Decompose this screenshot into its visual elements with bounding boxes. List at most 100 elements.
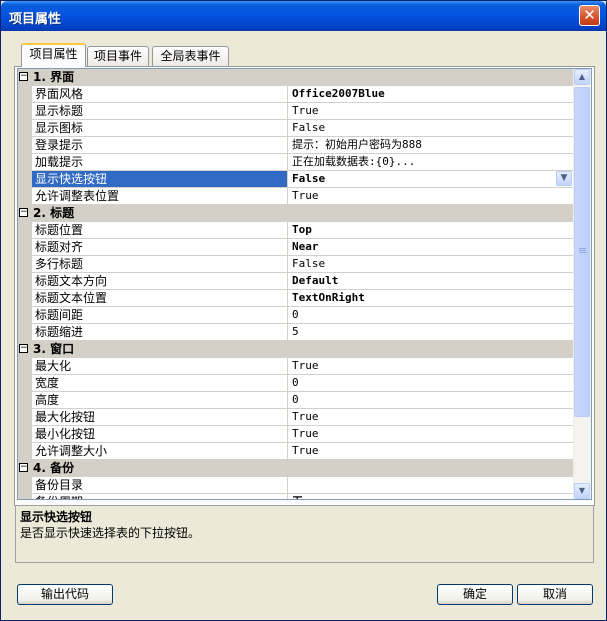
property-row[interactable]: 显示图标 False <box>18 120 575 137</box>
property-value[interactable]: 0 <box>289 307 575 323</box>
property-value[interactable] <box>289 477 575 493</box>
scroll-up-button[interactable]: ▲ <box>574 69 590 85</box>
property-value[interactable]: 0 <box>289 375 575 391</box>
property-name[interactable]: 备份周期 <box>32 494 288 499</box>
property-row[interactable]: 允许调整表位置 True <box>18 188 575 205</box>
collapse-icon[interactable]: − <box>19 344 28 353</box>
row-gutter <box>18 324 32 340</box>
category-row[interactable]: −3. 窗口 <box>18 341 575 358</box>
property-row[interactable]: 高度 0 <box>18 392 575 409</box>
property-name[interactable]: 标题位置 <box>32 222 288 238</box>
property-name[interactable]: 允许调整大小 <box>32 443 288 459</box>
property-row[interactable]: 备份周期无 <box>18 494 575 499</box>
property-row[interactable]: 标题间距 0 <box>18 307 575 324</box>
property-value[interactable]: 0 <box>289 392 575 408</box>
description-panel: 显示快选按钮 是否显示快速选择表的下拉按钮。 <box>15 505 594 563</box>
property-row[interactable]: 多行标题 False <box>18 256 575 273</box>
property-row[interactable]: 加载提示 正在加载数据表:{0}... <box>18 154 575 171</box>
property-name[interactable]: 显示图标 <box>32 120 288 136</box>
property-name[interactable]: 显示标题 <box>32 103 288 119</box>
export-code-button[interactable]: 输出代码 <box>17 584 113 605</box>
property-row[interactable]: 宽度 0 <box>18 375 575 392</box>
property-row[interactable]: 标题缩进 5 <box>18 324 575 341</box>
property-name[interactable]: 宽度 <box>32 375 288 391</box>
category-row[interactable]: −1. 界面 <box>18 69 575 86</box>
property-value[interactable]: False <box>289 171 575 187</box>
property-row[interactable]: 显示快选按钮 False ▼ <box>18 171 575 188</box>
dropdown-button[interactable]: ▼ <box>556 171 572 186</box>
close-button[interactable]: ✕ <box>579 5 600 26</box>
tab-project-properties[interactable]: 项目属性 <box>21 43 86 67</box>
row-gutter <box>18 188 32 204</box>
property-value[interactable]: 5 <box>289 324 575 340</box>
property-value[interactable]: 无 <box>289 494 575 499</box>
property-name[interactable]: 备份目录 <box>32 477 288 493</box>
property-name[interactable]: 登录提示 <box>32 137 288 153</box>
row-gutter <box>18 358 32 374</box>
description-text: 是否显示快速选择表的下拉按钮。 <box>20 526 201 540</box>
property-name[interactable]: 最大化按钮 <box>32 409 288 425</box>
collapse-icon[interactable]: − <box>19 463 28 472</box>
tab-project-events[interactable]: 项目事件 <box>87 46 149 66</box>
collapse-icon[interactable]: − <box>19 208 28 217</box>
property-row[interactable]: 标题位置 Top <box>18 222 575 239</box>
property-row[interactable]: 标题文本位置 TextOnRight <box>18 290 575 307</box>
property-name[interactable]: 高度 <box>32 392 288 408</box>
scroll-thumb[interactable] <box>574 87 590 417</box>
property-value[interactable]: False <box>289 256 575 272</box>
tab-global-table-events[interactable]: 全局表事件 <box>152 46 229 66</box>
property-value[interactable]: True <box>289 426 575 442</box>
row-gutter <box>18 375 32 391</box>
property-name[interactable]: 标题对齐 <box>32 239 288 255</box>
property-value[interactable]: Top <box>289 222 575 238</box>
property-name[interactable]: 多行标题 <box>32 256 288 272</box>
property-row[interactable]: 最大化按钮 True <box>18 409 575 426</box>
property-name[interactable]: 标题缩进 <box>32 324 288 340</box>
property-name[interactable]: 标题文本位置 <box>32 290 288 306</box>
row-gutter <box>18 239 32 255</box>
row-gutter <box>18 103 32 119</box>
collapse-icon[interactable]: − <box>19 72 28 81</box>
property-value[interactable]: False <box>289 120 575 136</box>
property-value[interactable]: Near <box>289 239 575 255</box>
property-value[interactable]: True <box>289 358 575 374</box>
property-row[interactable]: 备份目录 <box>18 477 575 494</box>
property-name[interactable]: 最大化 <box>32 358 288 374</box>
property-name[interactable]: 标题间距 <box>32 307 288 323</box>
property-row[interactable]: 标题文本方向 Default <box>18 273 575 290</box>
row-gutter <box>18 494 32 499</box>
property-value[interactable]: True <box>289 103 575 119</box>
window-title: 项目属性 <box>9 12 62 27</box>
property-row[interactable]: 登录提示 提示：初始用户密码为888 <box>18 137 575 154</box>
property-row[interactable]: 显示标题 True <box>18 103 575 120</box>
scroll-down-button[interactable]: ▼ <box>574 483 590 499</box>
property-value[interactable]: True <box>289 409 575 425</box>
property-name[interactable]: 加载提示 <box>32 154 288 170</box>
property-name[interactable]: 标题文本方向 <box>32 273 288 289</box>
cancel-button[interactable]: 取消 <box>517 584 593 605</box>
property-value[interactable]: Default <box>289 273 575 289</box>
property-value[interactable]: 正在加载数据表:{0}... <box>289 154 575 170</box>
property-value[interactable]: Office2007Blue <box>289 86 575 102</box>
property-value[interactable]: True <box>289 443 575 459</box>
property-value[interactable]: TextOnRight <box>289 290 575 306</box>
property-name[interactable]: 显示快选按钮 <box>32 171 288 187</box>
property-value[interactable]: True <box>289 188 575 204</box>
property-row[interactable]: 界面风格 Office2007Blue <box>18 86 575 103</box>
property-row[interactable]: 标题对齐 Near <box>18 239 575 256</box>
category-row[interactable]: −4. 备份 <box>18 460 575 477</box>
property-grid[interactable]: −1. 界面 界面风格 Office2007Blue 显示标题 True 显示图标 Fals… <box>17 68 592 500</box>
property-name[interactable]: 允许调整表位置 <box>32 188 288 204</box>
title-bar[interactable]: 项目属性 ✕ <box>1 1 606 31</box>
property-row[interactable]: 最大化 True <box>18 358 575 375</box>
row-gutter <box>18 154 32 170</box>
property-row[interactable]: 最小化按钮 True <box>18 426 575 443</box>
project-properties-dialog: 项目属性 ✕ 项目属性 项目事件 全局表事件 −1. 界面 界面风格 Office2… <box>0 0 607 621</box>
property-name[interactable]: 界面风格 <box>32 86 288 102</box>
property-name[interactable]: 最小化按钮 <box>32 426 288 442</box>
vertical-scrollbar[interactable]: ▲ ▼ <box>573 69 591 499</box>
property-row[interactable]: 允许调整大小 True <box>18 443 575 460</box>
ok-button[interactable]: 确定 <box>437 584 513 605</box>
property-value[interactable]: 提示：初始用户密码为888 <box>289 137 575 153</box>
category-row[interactable]: −2. 标题 <box>18 205 575 222</box>
